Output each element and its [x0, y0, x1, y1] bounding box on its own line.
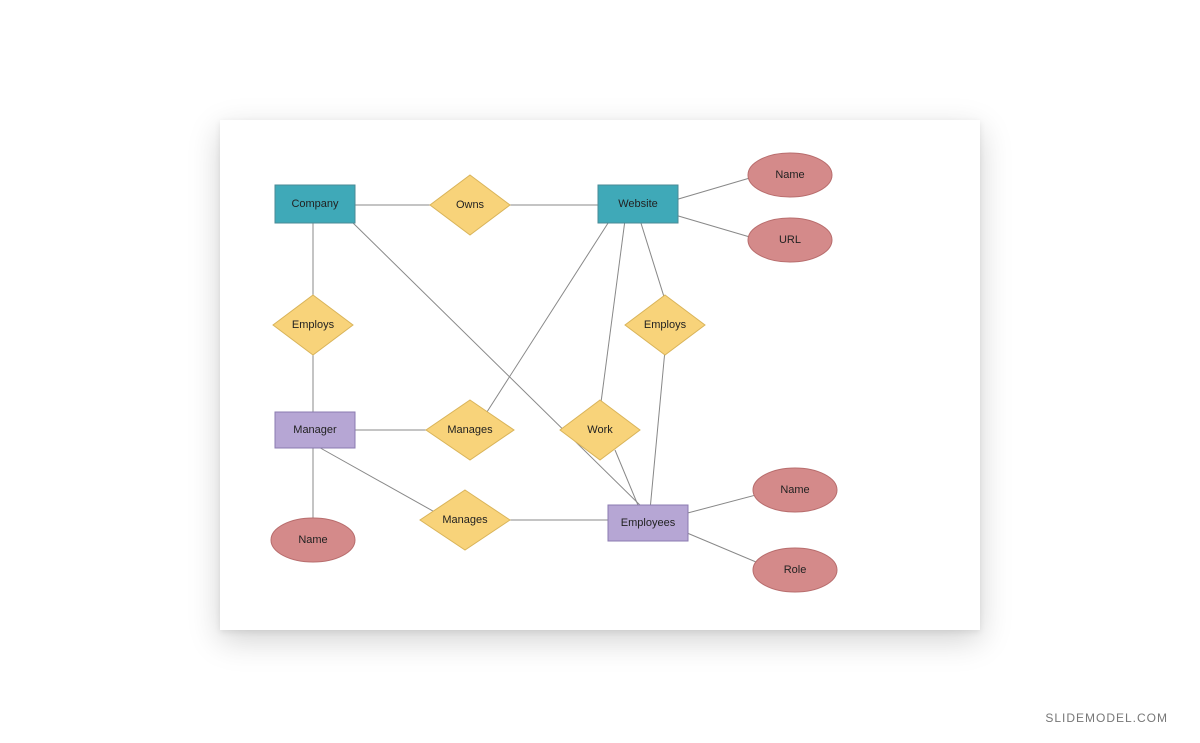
attr-website-name-label: Name — [775, 169, 804, 181]
relation-employs-left: Employs — [273, 295, 353, 355]
watermark: SLIDEMODEL.COM — [1045, 711, 1168, 725]
attr-employees-role-label: Role — [784, 564, 807, 576]
attr-manager-name: Name — [271, 518, 355, 562]
relation-employs-right-label: Employs — [644, 319, 687, 331]
relation-manages-top-label: Manages — [447, 424, 493, 436]
entity-company-label: Company — [291, 198, 339, 210]
attr-website-url: URL — [748, 218, 832, 262]
entity-company: Company — [275, 185, 355, 223]
entity-website: Website — [598, 185, 678, 223]
entity-manager: Manager — [275, 412, 355, 448]
attr-employees-role: Role — [753, 548, 837, 592]
relation-manages-bottom-label: Manages — [442, 514, 488, 526]
relation-manages-bottom: Manages — [420, 490, 510, 550]
attr-employees-name: Name — [753, 468, 837, 512]
entity-website-label: Website — [618, 198, 658, 210]
diagram-card: Company Website Manager Employees Owns E… — [220, 120, 980, 630]
entity-employees-label: Employees — [621, 517, 676, 529]
relation-owns: Owns — [430, 175, 510, 235]
attr-employees-name-label: Name — [780, 484, 809, 496]
attr-website-name: Name — [748, 153, 832, 197]
relation-employs-right: Employs — [625, 295, 705, 355]
er-diagram-svg: Company Website Manager Employees Owns E… — [220, 120, 980, 630]
entity-employees: Employees — [608, 505, 688, 541]
entity-manager-label: Manager — [293, 424, 337, 436]
relation-work: Work — [560, 400, 640, 460]
edges — [313, 175, 775, 570]
relation-employs-left-label: Employs — [292, 319, 335, 331]
relation-work-label: Work — [587, 424, 613, 436]
relation-owns-label: Owns — [456, 199, 485, 211]
relation-manages-top: Manages — [426, 400, 514, 460]
attr-manager-name-label: Name — [298, 534, 327, 546]
attr-website-url-label: URL — [779, 234, 801, 246]
